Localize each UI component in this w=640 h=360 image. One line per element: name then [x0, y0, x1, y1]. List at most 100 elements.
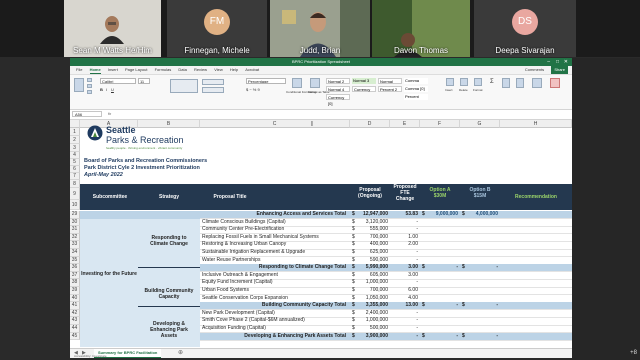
row-header[interactable]: 4: [70, 152, 80, 159]
create-pdf-icon[interactable]: [550, 78, 560, 88]
insert-label: Insert: [445, 88, 453, 92]
menu-acrobat[interactable]: Acrobat: [245, 66, 259, 74]
sort-filter-icon[interactable]: [502, 78, 510, 88]
row-header[interactable]: 29: [70, 211, 80, 219]
row-header[interactable]: 34: [70, 249, 80, 257]
column-header-h[interactable]: H: [500, 120, 572, 128]
format-cells-icon[interactable]: [474, 78, 482, 86]
style-comma[interactable]: Comma: [404, 78, 428, 84]
underline-button[interactable]: U: [111, 87, 114, 92]
comments-button[interactable]: Comments: [525, 66, 544, 74]
row-header[interactable]: 3: [70, 144, 80, 152]
bold-button[interactable]: B: [100, 87, 103, 92]
share-button[interactable]: Share: [551, 66, 568, 74]
style-currency-0[interactable]: Currency [0]: [326, 94, 350, 106]
column-header-d[interactable]: D: [350, 120, 390, 128]
minimize-icon[interactable]: –: [547, 58, 550, 66]
column-header-b[interactable]: B: [138, 120, 200, 128]
align-icons[interactable]: [170, 79, 198, 93]
number-format-select[interactable]: Percentage: [246, 78, 286, 84]
style-percent[interactable]: Percent: [404, 94, 428, 100]
paste-icon[interactable]: [74, 78, 84, 92]
row-header[interactable]: 45: [70, 332, 80, 341]
currency-button[interactable]: $ ~ % 9: [246, 87, 260, 92]
style-normal-2[interactable]: Normal 2: [326, 78, 350, 84]
row-header[interactable]: 6: [70, 166, 80, 173]
close-icon[interactable]: ✕: [564, 58, 568, 66]
row-header[interactable]: 31: [70, 226, 80, 234]
participant-tile-5[interactable]: DS Deepa Sivarajan: [474, 0, 576, 57]
column-header-e[interactable]: E: [390, 120, 420, 128]
row-header[interactable]: 44: [70, 325, 80, 333]
row-header[interactable]: 2: [70, 136, 80, 144]
cut-icon[interactable]: [87, 78, 92, 82]
row-header[interactable]: 42: [70, 309, 80, 318]
add-sheet-icon[interactable]: ⊕: [178, 349, 183, 356]
row-header[interactable]: 10: [70, 200, 80, 210]
merge-center-icon[interactable]: [202, 87, 224, 93]
row-header[interactable]: 40: [70, 294, 80, 303]
row-header[interactable]: 36: [70, 264, 80, 272]
header-option-a: Option A $30M: [429, 187, 451, 199]
row-header[interactable]: 39: [70, 287, 80, 295]
menu-file[interactable]: File: [76, 66, 82, 74]
participant-tile-2[interactable]: FM Finnegan, Michele: [167, 0, 267, 57]
menu-formulas[interactable]: Formulas: [155, 66, 172, 74]
delete-cells-icon[interactable]: [460, 78, 468, 86]
accessibility-status[interactable]: Accessibility: Investigate: [74, 354, 107, 358]
insert-cells-icon[interactable]: [446, 78, 454, 86]
row-header[interactable]: 38: [70, 279, 80, 287]
row-header[interactable]: 8: [70, 180, 80, 188]
format-label: Format: [473, 88, 483, 92]
style-percent-2[interactable]: Percent 2: [378, 86, 402, 92]
row-header[interactable]: 33: [70, 241, 80, 249]
row-header[interactable]: 7: [70, 173, 80, 180]
formula-bar: A56 fx: [70, 110, 572, 120]
participant-tile-3[interactable]: Judd, Brian: [270, 0, 370, 57]
row-header[interactable]: 35: [70, 256, 80, 265]
font-size-select[interactable]: 11: [138, 78, 150, 84]
row-header[interactable]: 5: [70, 159, 80, 166]
find-select-icon[interactable]: [516, 78, 524, 88]
style-normal-4[interactable]: Normal 4: [326, 86, 350, 92]
analyze-data-icon[interactable]: [532, 78, 542, 88]
italic-button[interactable]: I: [106, 87, 107, 92]
format-as-table-icon[interactable]: [310, 78, 320, 88]
menu-data[interactable]: Data: [178, 66, 186, 74]
style-currency[interactable]: Currency: [352, 86, 376, 92]
wrap-text-icon[interactable]: [202, 79, 224, 85]
menu-page-layout[interactable]: Page Layout: [125, 66, 147, 74]
menu-help[interactable]: Help: [230, 66, 238, 74]
style-comma-0[interactable]: Comma [0]: [404, 86, 428, 92]
fx-icon[interactable]: fx: [108, 111, 111, 116]
menu-insert[interactable]: Insert: [108, 66, 118, 74]
row-header[interactable]: 37: [70, 271, 80, 280]
select-all-corner[interactable]: [70, 120, 80, 128]
row-header[interactable]: 41: [70, 302, 80, 310]
row-header[interactable]: 32: [70, 233, 80, 242]
column-header-f[interactable]: F: [420, 120, 460, 128]
column-header-c[interactable]: C: [200, 120, 350, 128]
column-header-g[interactable]: G: [460, 120, 500, 128]
sheet-title-1: Board of Parks and Recreation Commission…: [84, 158, 208, 164]
autosum-icon[interactable]: Σ: [490, 79, 494, 85]
row-header[interactable]: 9: [70, 188, 80, 200]
style-normal-3[interactable]: Normal 3: [352, 78, 376, 84]
row-header[interactable]: 43: [70, 317, 80, 325]
format-painter-icon[interactable]: [87, 90, 92, 94]
maximize-icon[interactable]: □: [556, 58, 559, 66]
copy-icon[interactable]: [87, 84, 92, 88]
menu-view[interactable]: View: [214, 66, 223, 74]
row-header[interactable]: 1: [70, 128, 80, 136]
font-name-select[interactable]: Calibri: [100, 78, 136, 84]
row-header[interactable]: 30: [70, 218, 80, 227]
menu-review[interactable]: Review: [194, 66, 207, 74]
conditional-formatting-icon[interactable]: [292, 78, 302, 88]
participant-name: Davon Thomas: [393, 46, 449, 55]
name-box[interactable]: A56: [72, 111, 102, 117]
style-normal[interactable]: Normal: [378, 78, 402, 84]
participant-tile-4[interactable]: Davon Thomas: [372, 0, 470, 57]
participant-tile-1[interactable]: Sean M Watts He/Him: [64, 0, 161, 57]
more-participants-badge[interactable]: +8: [630, 350, 637, 356]
menu-home[interactable]: Home: [89, 66, 101, 74]
